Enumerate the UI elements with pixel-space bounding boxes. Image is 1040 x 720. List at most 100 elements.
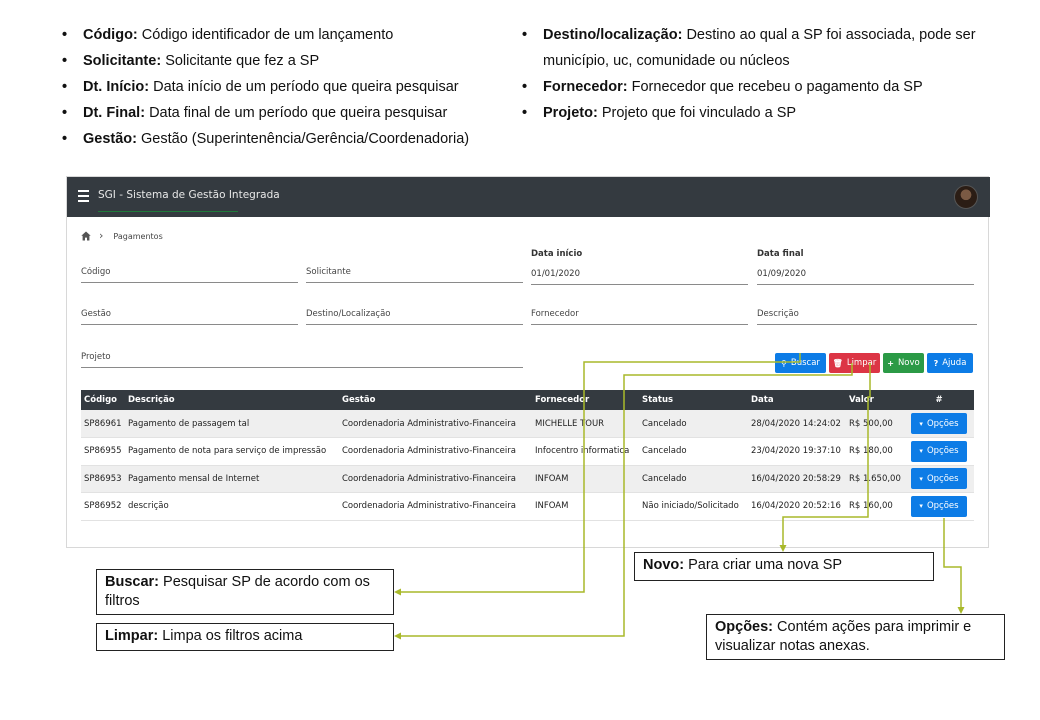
opcoes-label: Opções [926,418,959,429]
plus-icon: + [887,358,894,368]
legend-right-term: Projeto: [543,105,598,121]
opcoes-button[interactable]: ▾ Opções [911,495,967,517]
projeto-filter [81,350,523,372]
solicitante-filter [306,261,523,287]
legend-left-desc: Data final de um período que queira pesq… [149,105,448,121]
user-avatar[interactable] [954,185,978,209]
legend-left-term: Gestão: [83,131,137,147]
opcoes-label: Opções [926,501,959,512]
cell-status: Cancelado [642,418,687,429]
opcoes-arrow-icon [957,607,965,614]
cell-codigo[interactable]: SP86955 [81,438,125,466]
table-header-row: Código Descrição Gestão Fornecedor Statu… [81,390,974,410]
solicitante-input[interactable] [306,265,523,283]
legend-left: Código: Código identificador de um lança… [62,22,502,152]
limpar-button[interactable]: 🗑 Limpar [829,353,880,373]
codigo-input[interactable] [81,265,298,283]
descricao-input[interactable] [757,307,977,325]
cell-data: 23/04/2020 19:37:10 [751,446,841,457]
cell-fornecedor: INFOAM [535,473,569,484]
navbar: SGI - Sistema de Gestão Integrada [67,177,990,217]
opcoes-label: Opções [926,446,959,457]
table-row[interactable]: SP86952 descrição Coordenadoria Administra… [81,493,974,521]
col-codigo: Código [84,395,117,405]
legend-right-term: Destino/localização: [543,27,683,43]
nav-active-indicator [98,211,238,212]
cell-status: Cancelado [642,446,687,457]
cell-codigo[interactable]: SP86953 [81,465,125,493]
novo-button[interactable]: + Novo [883,353,924,373]
table-row[interactable]: SP86953 Pagamento mensal de Internet Coord… [81,465,974,493]
chevron-down-icon: ▾ [919,474,923,483]
ajuda-button[interactable]: ? Ajuda [927,353,973,373]
legend-left-desc: Código identificador de um lançamento [141,27,394,43]
cell-descricao: Pagamento de passagem tal [128,418,250,429]
fornecedor-filter [531,307,748,329]
cell-gestao: Coordenadoria Administrativo-Financeira [342,473,516,484]
cell-valor: R$ 180,00 [849,446,893,457]
legend-right-item: Projeto: Projeto que foi vinculado a SP [522,100,1002,126]
buscar-callout: Buscar: Pesquisar SP de acordo com os fi… [96,569,394,615]
legend-right: Destino/localização: Destino ao qual a S… [522,22,1002,126]
destino-filter [306,307,523,329]
legend-right-term: Fornecedor: [543,79,628,95]
data-inicio-filter: Data início [531,249,748,287]
cell-data: 28/04/2020 14:24:02 [751,418,841,429]
projeto-input[interactable] [81,350,523,368]
legend-left-item: Gestão: Gestão (Superintenência/Gerência… [62,126,502,152]
cell-codigo[interactable]: SP86961 [81,410,125,438]
opcoes-button[interactable]: ▾ Opções [911,413,967,434]
hamburger-menu-icon[interactable] [78,190,89,202]
home-icon[interactable] [81,231,91,241]
legend-right-desc: Projeto que foi vinculado a SP [601,105,797,121]
legend-right-desc: Fornecedor que recebeu o pagamento da SP [631,79,923,95]
cell-fornecedor: Infocentro informatica [535,446,630,457]
chevron-down-icon: ▾ [919,419,923,428]
cell-descricao: Pagamento mensal de Internet [128,473,260,484]
cell-status: Cancelado [642,473,687,484]
buscar-arrow-icon [394,588,401,596]
legend-left-item: Código: Código identificador de um lança… [62,22,502,48]
cell-valor: R$ 500,00 [849,418,893,429]
destino-input[interactable] [306,307,523,325]
legend-left-desc: Gestão (Superintenência/Gerência/Coorden… [141,131,470,147]
opcoes-label: Opções [926,473,959,484]
col-descricao: Descrição [128,395,175,405]
data-inicio-label: Data início [531,249,583,259]
gestao-input[interactable] [81,307,298,325]
cell-actions: ▾ Opções [904,493,974,521]
cell-gestao: Coordenadoria Administrativo-Financeira [342,418,516,429]
legend-left-item: Dt. Final: Data final de um período que … [62,100,502,126]
trash-icon: 🗑 [832,358,843,368]
col-actions: # [935,395,943,405]
cell-data: 16/04/2020 20:52:16 [751,501,841,512]
table-row[interactable]: SP86961 Pagamento de passagem tal Coordena… [81,410,974,438]
novo-callout: Novo: Para criar uma nova SP [634,552,934,581]
data-final-input[interactable] [757,267,974,285]
opcoes-button[interactable]: ▾ Opções [911,440,967,462]
table-row[interactable]: SP86955 Pagamento de nota para serviço de… [81,438,974,466]
limpar-arrow-icon [394,632,401,640]
opcoes-button[interactable]: ▾ Opções [911,468,967,490]
cell-status: Não iniciado/Solicitado [642,501,739,512]
cell-codigo[interactable]: SP86952 [81,493,125,521]
opcoes-callout: Opções: Contém ações para imprimir e vis… [706,614,1005,660]
cell-descricao: descrição [128,501,169,512]
cell-fornecedor: INFOAM [535,501,569,512]
legend-left-item: Solicitante: Solicitante que fez a SP [62,48,502,74]
col-data: Data [751,395,774,405]
cell-fornecedor: MICHELLE TOUR [535,418,605,429]
chevron-down-icon: ▾ [919,447,923,456]
cell-actions: ▾ Opções [904,465,974,493]
cell-gestao: Coordenadoria Administrativo-Financeira [342,501,516,512]
data-final-label: Data final [757,249,804,259]
legend-left-term: Código: [83,27,138,43]
buscar-button[interactable]: ⚲ Buscar [775,353,826,373]
legend-left-item: Dt. Início: Data início de um período qu… [62,74,502,100]
fornecedor-input[interactable] [531,307,748,325]
data-inicio-input[interactable] [531,267,748,285]
help-icon: ? [933,358,939,368]
app-title: SGI - Sistema de Gestão Integrada [98,189,280,201]
cell-descricao: Pagamento de nota para serviço de impres… [128,446,327,457]
limpar-callout: Limpar: Limpa os filtros acima [96,623,394,651]
